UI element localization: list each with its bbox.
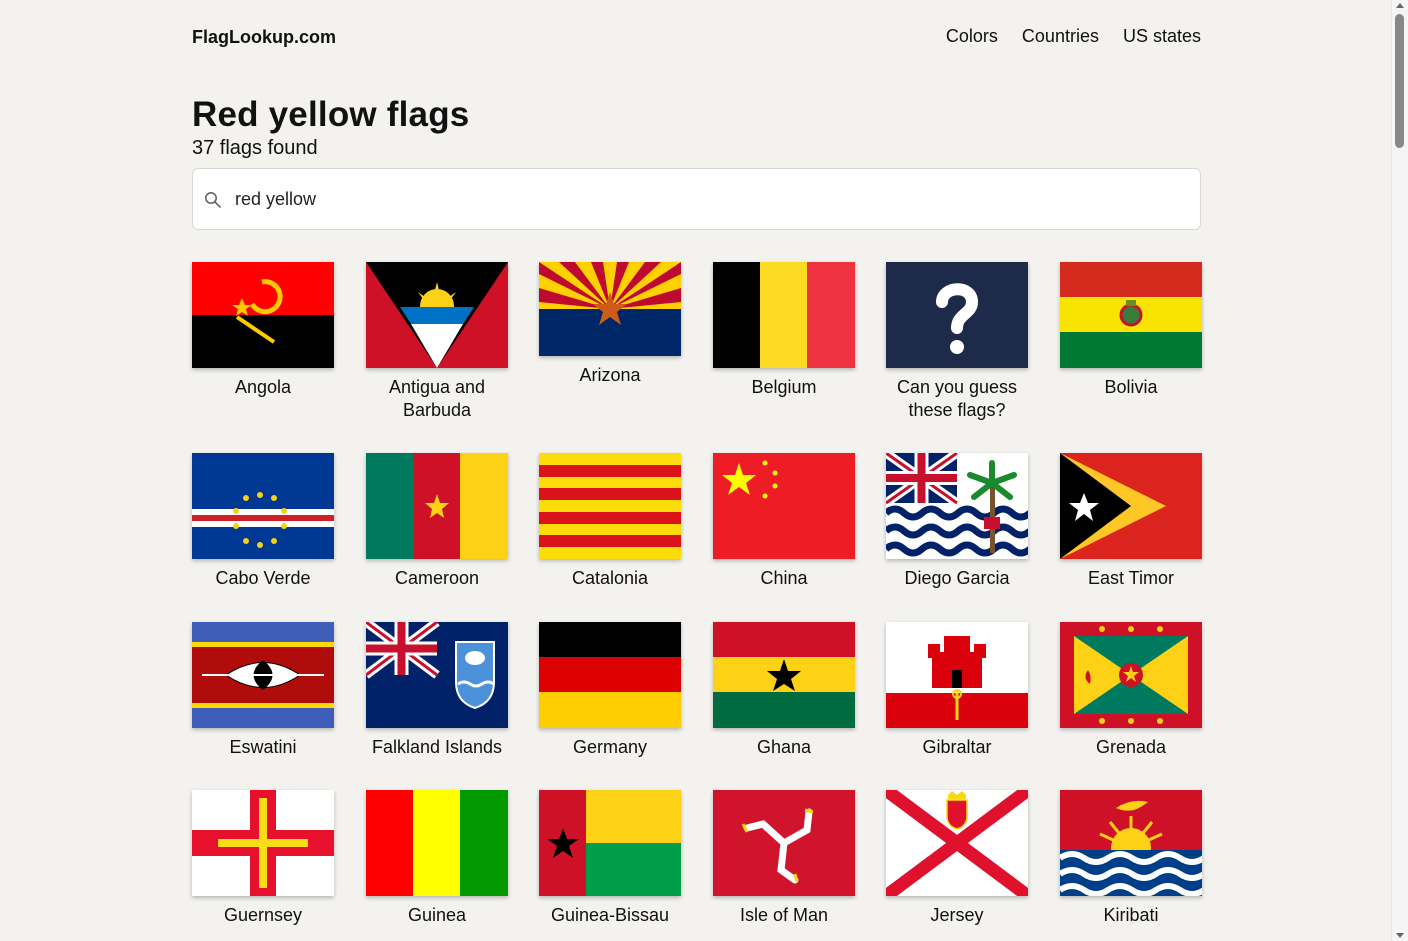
flag-card-guinea-bissau[interactable]: Guinea-Bissau: [539, 790, 681, 927]
flag-card-belgium[interactable]: Belgium: [713, 262, 855, 399]
flag-name: Isle of Man: [739, 905, 829, 925]
flag-name: Guernsey: [223, 905, 303, 925]
flag-card-catalonia[interactable]: Catalonia: [539, 453, 681, 590]
flag-name: East Timor: [1087, 568, 1175, 588]
flag-name: Guinea: [407, 905, 467, 925]
flag-name: Germany: [572, 737, 648, 757]
flag-card-falkland-islands[interactable]: Falkland Islands: [366, 622, 508, 759]
vertical-scrollbar[interactable]: [1391, 0, 1408, 941]
scrollbar-thumb[interactable]: [1395, 14, 1404, 148]
flag-card-cabo-verde[interactable]: Cabo Verde: [192, 453, 334, 590]
search-box[interactable]: [192, 168, 1201, 230]
china-flag-image: [713, 453, 855, 559]
page-title: Red yellow flags: [192, 95, 470, 134]
flag-name: Bolivia: [1104, 377, 1158, 397]
flag-name: China: [760, 568, 808, 588]
flag-card-antigua[interactable]: Antigua and Barbuda: [366, 262, 508, 422]
kiribati-flag-image: [1060, 790, 1202, 896]
diego-garcia-flag-image: [886, 453, 1028, 559]
flag-name: Jersey: [930, 905, 984, 925]
ghana-flag-image: [713, 622, 855, 728]
bolivia-flag-image: [1060, 262, 1202, 368]
question-mark-icon: [886, 262, 1028, 368]
eswatini-flag-image: [192, 622, 334, 728]
flag-card-ghana[interactable]: Ghana: [713, 622, 855, 759]
flag-name: Cabo Verde: [215, 568, 311, 588]
flag-card-arizona[interactable]: Arizona: [539, 262, 681, 387]
top-bar: FlagLookup.com Colors Countries US state…: [192, 24, 1201, 52]
flag-name: Can you guess these flags?: [896, 377, 1018, 420]
grenada-flag-image: [1060, 622, 1202, 728]
flag-name: Gibraltar: [922, 737, 992, 757]
scroll-up-arrow-icon[interactable]: [1396, 3, 1404, 8]
flag-card-bolivia[interactable]: Bolivia: [1060, 262, 1202, 399]
flag-card-gibraltar[interactable]: Gibraltar: [886, 622, 1028, 759]
flag-card-cameroon[interactable]: Cameroon: [366, 453, 508, 590]
flag-name: Grenada: [1095, 737, 1167, 757]
guinea-flag-image: [366, 790, 508, 896]
arizona-flag-image: [539, 262, 681, 356]
flag-name: Falkland Islands: [371, 737, 503, 757]
flag-name: Guinea-Bissau: [550, 905, 670, 925]
flag-card-eswatini[interactable]: Eswatini: [192, 622, 334, 759]
search-icon: [205, 192, 221, 208]
antigua-flag-image: [366, 262, 508, 368]
flag-name: Ghana: [756, 737, 812, 757]
east-timor-flag-image: [1060, 453, 1202, 559]
flag-card-kiribati[interactable]: Kiribati: [1060, 790, 1202, 927]
flag-card-guinea[interactable]: Guinea: [366, 790, 508, 927]
flag-card-east-timor[interactable]: East Timor: [1060, 453, 1202, 590]
flag-name: Catalonia: [571, 568, 649, 588]
site-logo[interactable]: FlagLookup.com: [192, 27, 336, 48]
flag-name: Arizona: [579, 365, 641, 385]
flag-name: Angola: [234, 377, 292, 397]
belgium-flag-image: [713, 262, 855, 368]
flag-card-guernsey[interactable]: Guernsey: [192, 790, 334, 927]
scroll-down-arrow-icon[interactable]: [1396, 933, 1404, 938]
flag-name: Belgium: [751, 377, 817, 397]
nav-us-states[interactable]: US states: [1123, 26, 1201, 47]
search-input[interactable]: [233, 183, 1137, 215]
flag-name: Eswatini: [229, 737, 297, 757]
flag-name: Kiribati: [1103, 905, 1159, 925]
germany-flag-image: [539, 622, 681, 728]
isle-of-man-flag-image: [713, 790, 855, 896]
flag-name: Diego Garcia: [904, 568, 1010, 588]
flag-card-jersey[interactable]: Jersey: [886, 790, 1028, 927]
falkland-islands-flag-image: [366, 622, 508, 728]
flag-card-angola[interactable]: Angola: [192, 262, 334, 399]
nav-countries[interactable]: Countries: [1022, 26, 1099, 47]
flag-card-diego-garcia[interactable]: Diego Garcia: [886, 453, 1028, 590]
gibraltar-flag-image: [886, 622, 1028, 728]
guinea-bissau-flag-image: [539, 790, 681, 896]
catalonia-flag-image: [539, 453, 681, 559]
flag-name: Cameroon: [394, 568, 480, 588]
flag-card-grenada[interactable]: Grenada: [1060, 622, 1202, 759]
guernsey-flag-image: [192, 790, 334, 896]
cameroon-flag-image: [366, 453, 508, 559]
nav-colors[interactable]: Colors: [946, 26, 998, 47]
cabo-verde-flag-image: [192, 453, 334, 559]
flag-card-china[interactable]: China: [713, 453, 855, 590]
main-nav: Colors Countries US states: [946, 26, 1201, 47]
flag-card-quiz[interactable]: Can you guess these flags?: [886, 262, 1028, 422]
flag-card-isle-of-man[interactable]: Isle of Man: [713, 790, 855, 927]
results-count: 37 flags found: [192, 137, 318, 159]
jersey-flag-image: [886, 790, 1028, 896]
angola-flag-image: [192, 262, 334, 368]
flag-name: Antigua and Barbuda: [388, 377, 486, 420]
flag-card-germany[interactable]: Germany: [539, 622, 681, 759]
